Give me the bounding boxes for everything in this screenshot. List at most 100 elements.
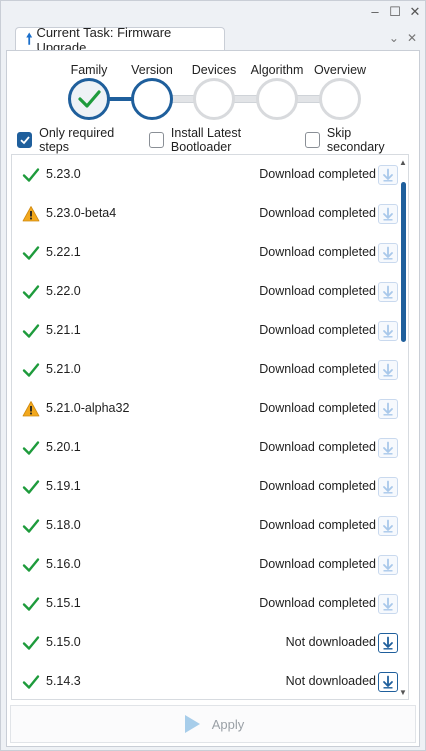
download-button[interactable] [378, 204, 398, 224]
warning-icon [22, 401, 40, 417]
version-label: 5.23.0 [46, 167, 81, 181]
step-connector [296, 95, 321, 103]
check-icon [22, 636, 40, 650]
step-algorithm[interactable] [256, 78, 298, 120]
version-row[interactable]: 5.15.1 Download completed [12, 584, 408, 623]
scroll-thumb[interactable] [401, 182, 406, 342]
download-button[interactable] [378, 594, 398, 614]
version-label: 5.15.0 [46, 635, 81, 649]
tab-close-icon[interactable]: ✕ [407, 31, 417, 45]
firmware-upgrade-window: – ☐ ✕ 🠕 Current Task: Firmware Upgrade ⌄… [0, 0, 426, 751]
step-devices[interactable] [193, 78, 235, 120]
download-button[interactable] [378, 438, 398, 458]
version-label: 5.16.0 [46, 557, 81, 571]
step-family[interactable] [68, 78, 110, 120]
version-row[interactable]: 5.14.3 Not downloaded [12, 662, 408, 699]
window-controls: – ☐ ✕ [369, 5, 421, 19]
download-button[interactable] [378, 243, 398, 263]
download-button[interactable] [378, 672, 398, 692]
check-icon [22, 480, 40, 494]
download-button[interactable] [378, 399, 398, 419]
checkmark-icon [19, 136, 30, 145]
download-status: Download completed [259, 557, 376, 571]
download-button[interactable] [378, 516, 398, 536]
download-button[interactable] [378, 360, 398, 380]
step-version[interactable] [131, 78, 173, 120]
download-status: Download completed [259, 206, 376, 220]
check-icon [22, 285, 40, 299]
version-row[interactable]: 5.22.0 Download completed [12, 272, 408, 311]
download-arrow-icon [383, 597, 393, 611]
version-label: 5.21.0 [46, 362, 81, 376]
skip-secondary-checkbox[interactable] [304, 132, 320, 148]
version-row[interactable]: 5.21.1 Download completed [12, 311, 408, 350]
latest-bootloader-option[interactable]: Install Latest Bootloader [148, 126, 297, 154]
check-icon [22, 246, 40, 260]
version-row[interactable]: 5.22.1 Download completed [12, 233, 408, 272]
version-row[interactable]: 5.20.1 Download completed [12, 428, 408, 467]
version-label: 5.20.1 [46, 440, 81, 454]
version-label: 5.14.3 [46, 674, 81, 688]
version-row[interactable]: 5.18.0 Download completed [12, 506, 408, 545]
version-label: 5.22.0 [46, 284, 81, 298]
options-row: Only required steps Install Latest Bootl… [17, 126, 415, 154]
version-label: 5.21.1 [46, 323, 81, 337]
download-status: Download completed [259, 167, 376, 181]
check-icon [78, 90, 101, 108]
minimize-icon[interactable]: – [369, 5, 381, 19]
tab-current-task[interactable]: 🠕 Current Task: Firmware Upgrade [15, 25, 225, 55]
version-label: 5.23.0-beta4 [46, 206, 117, 220]
download-arrow-icon [383, 402, 393, 416]
download-arrow-icon [383, 519, 393, 533]
check-icon [22, 675, 40, 689]
download-button[interactable] [378, 282, 398, 302]
scroll-up-icon[interactable]: ▲ [399, 159, 407, 167]
download-arrow-icon [383, 324, 393, 338]
version-row[interactable]: 5.16.0 Download completed [12, 545, 408, 584]
version-label: 5.21.0-alpha32 [46, 401, 130, 415]
apply-button[interactable]: Apply [10, 705, 416, 743]
only-required-option[interactable]: Only required steps [17, 126, 141, 154]
version-row[interactable]: 5.19.1 Download completed [12, 467, 408, 506]
version-row[interactable]: 5.21.0-alpha32 Download completed [12, 389, 408, 428]
download-arrow-icon [383, 207, 393, 221]
download-arrow-icon [383, 558, 393, 572]
download-arrow-icon [383, 636, 393, 650]
latest-bootloader-checkbox[interactable] [148, 132, 164, 148]
scroll-down-icon[interactable]: ▼ [399, 689, 407, 697]
scrollbar[interactable]: ▲ ▼ [398, 155, 408, 699]
task-panel: Family Version Devices Algorithm Overview On… [6, 50, 420, 747]
apply-label: Apply [211, 716, 245, 732]
download-arrow-icon [383, 675, 393, 689]
download-arrow-icon [383, 285, 393, 299]
download-status: Download completed [259, 362, 376, 376]
check-icon [22, 324, 40, 338]
download-button[interactable] [378, 321, 398, 341]
skip-secondary-option[interactable]: Skip secondary [304, 126, 407, 154]
tab-bar: 🠕 Current Task: Firmware Upgrade ⌄ ✕ [1, 25, 425, 55]
version-label: 5.15.1 [46, 596, 81, 610]
skip-secondary-label: Skip secondary [326, 126, 385, 154]
download-status: Download completed [259, 323, 376, 337]
version-row[interactable]: 5.15.0 Not downloaded [12, 623, 408, 662]
version-list[interactable]: 5.23.0 Download completed 5.23.0-beta4 Down… [11, 154, 409, 700]
download-button[interactable] [378, 477, 398, 497]
version-row[interactable]: 5.23.0 Download completed [12, 155, 408, 194]
step-connector [233, 95, 258, 103]
download-button[interactable] [378, 165, 398, 185]
download-button[interactable] [378, 633, 398, 653]
download-arrow-icon [383, 168, 393, 182]
play-icon [184, 715, 200, 733]
tab-controls: ⌄ ✕ [389, 31, 417, 45]
download-button[interactable] [378, 555, 398, 575]
only-required-checkbox[interactable] [17, 132, 33, 148]
step-overview[interactable] [319, 78, 361, 120]
maximize-icon[interactable]: ☐ [389, 5, 401, 19]
download-status: Download completed [259, 479, 376, 493]
download-status: Download completed [259, 401, 376, 415]
version-row[interactable]: 5.23.0-beta4 Download completed [12, 194, 408, 233]
chevron-down-icon[interactable]: ⌄ [389, 31, 399, 45]
version-row[interactable]: 5.21.0 Download completed [12, 350, 408, 389]
close-icon[interactable]: ✕ [409, 5, 421, 19]
upgrade-arrow-icon: 🠕 [26, 31, 33, 48]
